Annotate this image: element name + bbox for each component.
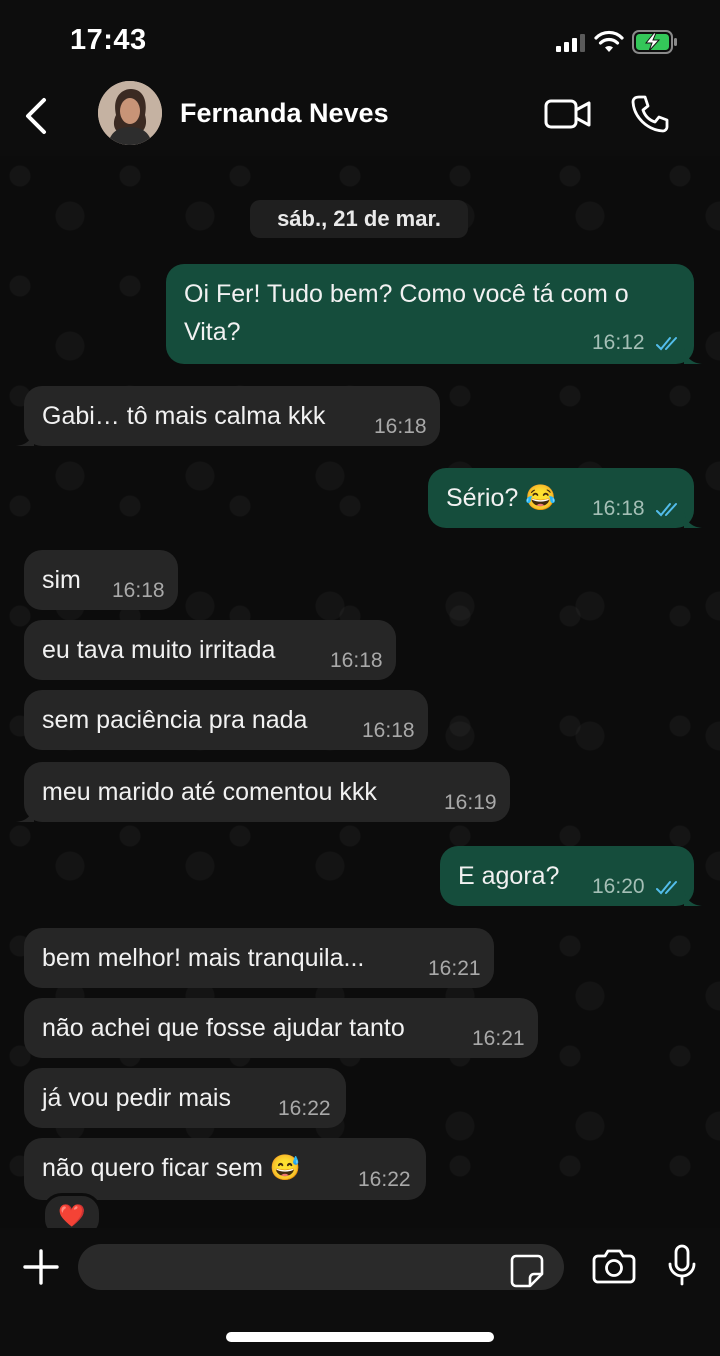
status-bar: 17:43 bbox=[0, 0, 720, 80]
message-incoming[interactable]: não quero ficar sem 😅 16:22 bbox=[24, 1138, 426, 1200]
message-text-line2: Vita? bbox=[184, 318, 241, 346]
wifi-icon bbox=[594, 30, 624, 52]
message-text: eu tava muito irritada bbox=[42, 636, 276, 664]
message-text: bem melhor! mais tranquila... bbox=[42, 944, 365, 972]
message-outgoing[interactable]: E agora? 16:20 bbox=[440, 846, 702, 906]
message-incoming[interactable]: sem paciência pra nada 16:18 bbox=[24, 690, 428, 750]
message-text: não achei que fosse ajudar tanto bbox=[42, 1014, 405, 1042]
message-time: 16:18 bbox=[374, 415, 427, 438]
video-call-icon[interactable] bbox=[544, 98, 592, 130]
message-incoming[interactable]: Gabi… tô mais calma kkk 16:18 bbox=[16, 386, 440, 446]
status-time: 17:43 bbox=[70, 24, 147, 56]
message-incoming[interactable]: já vou pedir mais 16:22 bbox=[24, 1068, 346, 1128]
message-time: 16:22 bbox=[278, 1097, 331, 1120]
message-incoming[interactable]: bem melhor! mais tranquila... 16:21 bbox=[24, 928, 494, 988]
bubble-tail bbox=[684, 348, 702, 364]
contact-name[interactable]: Fernanda Neves bbox=[180, 98, 389, 129]
message-text: não quero ficar sem 😅 bbox=[42, 1154, 302, 1182]
message-input[interactable] bbox=[78, 1244, 564, 1290]
message-text: E agora? bbox=[458, 862, 560, 890]
message-reaction[interactable]: ❤️ bbox=[42, 1193, 102, 1228]
read-receipt-icon bbox=[656, 503, 677, 517]
date-separator: sáb., 21 de mar. bbox=[250, 200, 468, 238]
bubble-tail bbox=[16, 806, 34, 822]
message-text: Gabi… tô mais calma kkk bbox=[42, 402, 326, 430]
message-text: Sério? 😂 bbox=[446, 484, 557, 512]
message-incoming[interactable]: não achei que fosse ajudar tanto 16:21 bbox=[24, 998, 538, 1058]
read-receipt-icon bbox=[656, 881, 677, 895]
cellular-signal-icon bbox=[556, 34, 585, 52]
phone-icon[interactable] bbox=[630, 94, 670, 134]
message-incoming[interactable]: sim 16:18 bbox=[24, 550, 178, 610]
message-time: 16:21 bbox=[428, 957, 481, 980]
message-incoming[interactable]: eu tava muito irritada 16:18 bbox=[24, 620, 396, 680]
message-time: 16:18 bbox=[592, 497, 645, 520]
camera-icon[interactable] bbox=[592, 1248, 636, 1284]
chat-area[interactable]: sáb., 21 de mar. Oi Fer! Tudo bem? Como … bbox=[0, 156, 720, 1228]
message-time: 16:18 bbox=[330, 649, 383, 672]
message-text: sim bbox=[42, 566, 81, 594]
bubble-tail bbox=[16, 430, 34, 446]
bubble-tail bbox=[684, 512, 702, 528]
avatar[interactable] bbox=[98, 81, 162, 145]
message-time: 16:18 bbox=[362, 719, 415, 742]
message-text: Oi Fer! Tudo bem? Como você tá com o bbox=[184, 280, 629, 308]
microphone-icon[interactable] bbox=[668, 1244, 696, 1286]
sticker-icon[interactable] bbox=[510, 1254, 544, 1288]
message-text: sem paciência pra nada bbox=[42, 706, 308, 734]
chat-header: Fernanda Neves bbox=[0, 80, 720, 156]
battery-charging-icon bbox=[632, 30, 677, 54]
bubble-tail bbox=[684, 890, 702, 906]
message-text: já vou pedir mais bbox=[42, 1084, 231, 1112]
message-outgoing[interactable]: Oi Fer! Tudo bem? Como você tá com o Vit… bbox=[166, 264, 702, 364]
message-time: 16:20 bbox=[592, 875, 645, 898]
read-receipt-icon bbox=[656, 337, 677, 351]
message-incoming[interactable]: meu marido até comentou kkk 16:19 bbox=[16, 762, 510, 822]
back-icon[interactable] bbox=[22, 96, 50, 136]
input-bar bbox=[0, 1228, 720, 1356]
home-indicator bbox=[226, 1332, 494, 1342]
message-time: 16:18 bbox=[112, 579, 165, 602]
message-time: 16:22 bbox=[358, 1168, 411, 1191]
message-time: 16:21 bbox=[472, 1027, 525, 1050]
message-text: meu marido até comentou kkk bbox=[42, 778, 377, 806]
message-outgoing[interactable]: Sério? 😂 16:18 bbox=[428, 468, 702, 528]
message-time: 16:19 bbox=[444, 791, 497, 814]
message-time: 16:12 bbox=[592, 331, 645, 354]
plus-icon[interactable] bbox=[22, 1248, 60, 1286]
